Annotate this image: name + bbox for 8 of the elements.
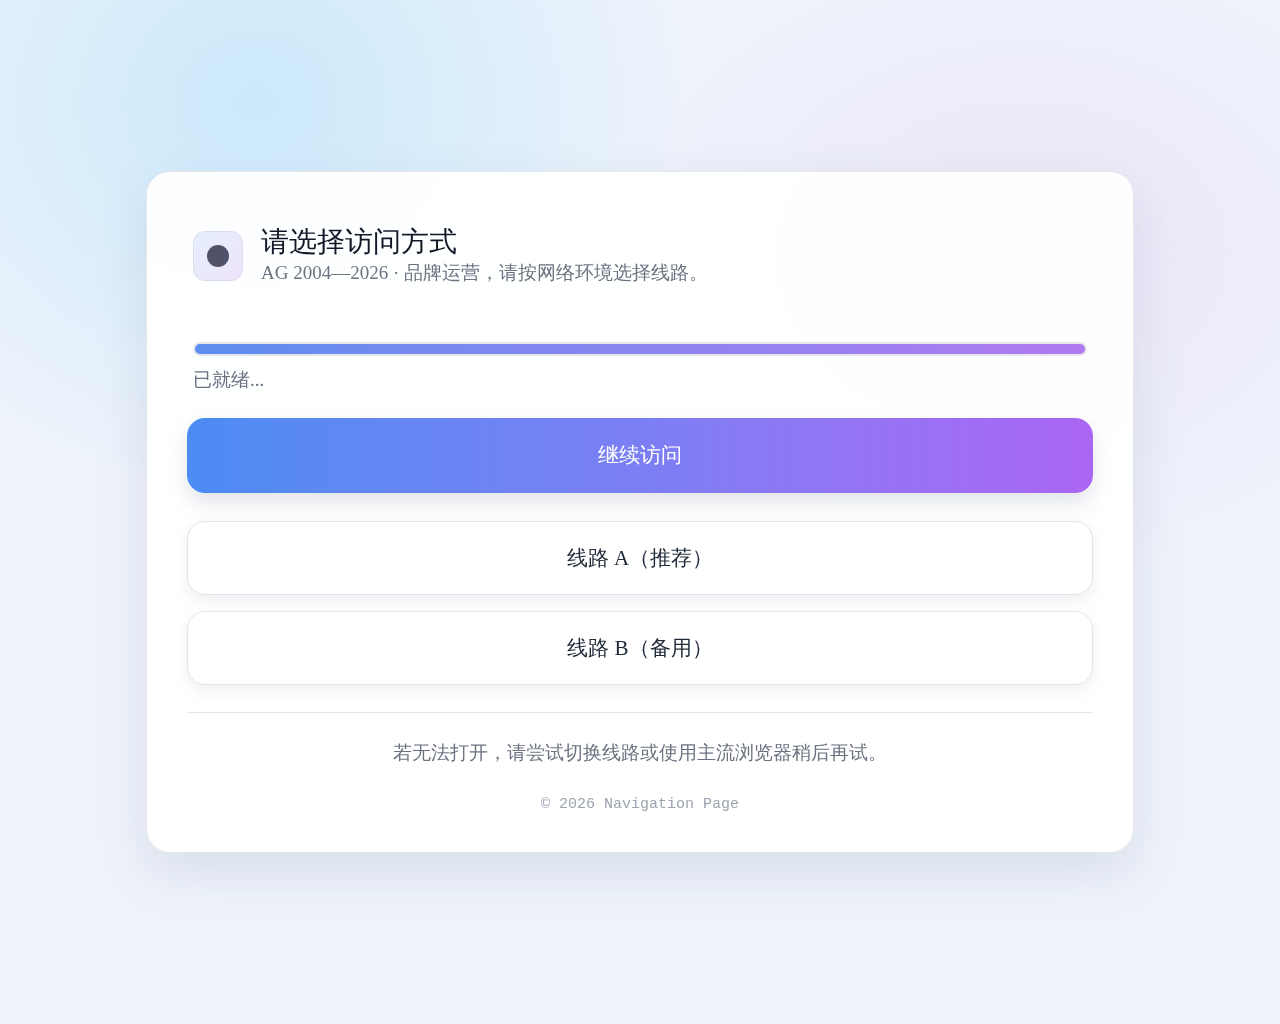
- logo-icon: [193, 230, 243, 281]
- subtitle: AG 2004—2026 · 品牌运营，请按网络环境选择线路。: [261, 260, 709, 285]
- page-title: 请选择访问方式: [261, 224, 458, 259]
- route-button[interactable]: 线路 B（备用）: [187, 611, 1093, 686]
- copyright-text: © 2026 Navigation Page: [540, 794, 739, 815]
- status-text: 已就绪...: [193, 367, 266, 392]
- help-text: 若无法打开，请尝试切换线路或使用主流浏览器稍后再试。: [393, 741, 887, 766]
- route-button[interactable]: 线路 A（推荐）: [187, 521, 1093, 596]
